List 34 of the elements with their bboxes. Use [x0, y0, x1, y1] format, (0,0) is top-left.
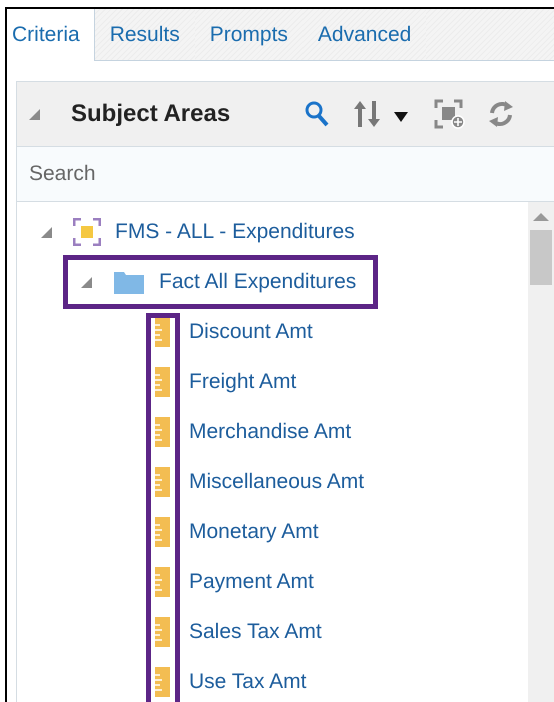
tab[interactable]: Prompts [194, 9, 303, 61]
scrollbar[interactable] [528, 202, 554, 702]
ruler-icon [153, 367, 171, 397]
ruler-icon [153, 667, 171, 697]
folder-icon [113, 269, 145, 295]
scroll-thumb[interactable] [530, 230, 552, 285]
ruler-icon [153, 417, 171, 447]
refresh-icon[interactable] [488, 99, 514, 129]
tree-item[interactable]: FMS - ALL - Expenditures [115, 220, 355, 244]
search-icon[interactable] [304, 100, 330, 128]
expanded-triangle-icon[interactable] [39, 225, 53, 239]
tree-item[interactable]: Payment Amt [189, 570, 314, 594]
tree-item[interactable]: Discount Amt [189, 320, 313, 344]
scroll-up-icon[interactable] [531, 210, 551, 222]
tab[interactable]: Results [94, 9, 195, 61]
tree-item[interactable]: Fact All Expenditures [159, 270, 356, 294]
tree-item[interactable]: Sales Tax Amt [189, 620, 322, 644]
tab[interactable]: Advanced [302, 9, 426, 61]
search-field[interactable]: Search [17, 147, 554, 202]
tree-item[interactable]: Miscellaneous Amt [189, 470, 364, 494]
ruler-icon [153, 567, 171, 597]
tree-item[interactable]: Freight Amt [189, 370, 296, 394]
panel-title: Subject Areas [71, 100, 230, 128]
tree-item[interactable]: Merchandise Amt [189, 420, 352, 444]
expanded-triangle-icon[interactable] [79, 275, 93, 289]
tree-item[interactable]: Use Tax Amt [189, 670, 306, 694]
expanded-triangle-icon[interactable] [27, 107, 41, 121]
subject-area-icon [73, 218, 101, 246]
ruler-icon [153, 467, 171, 497]
tree-item[interactable]: Monetary Amt [189, 520, 319, 544]
ruler-icon [153, 517, 171, 547]
add-selection-icon[interactable] [434, 99, 466, 129]
ruler-icon [153, 617, 171, 647]
ruler-icon [153, 317, 171, 347]
